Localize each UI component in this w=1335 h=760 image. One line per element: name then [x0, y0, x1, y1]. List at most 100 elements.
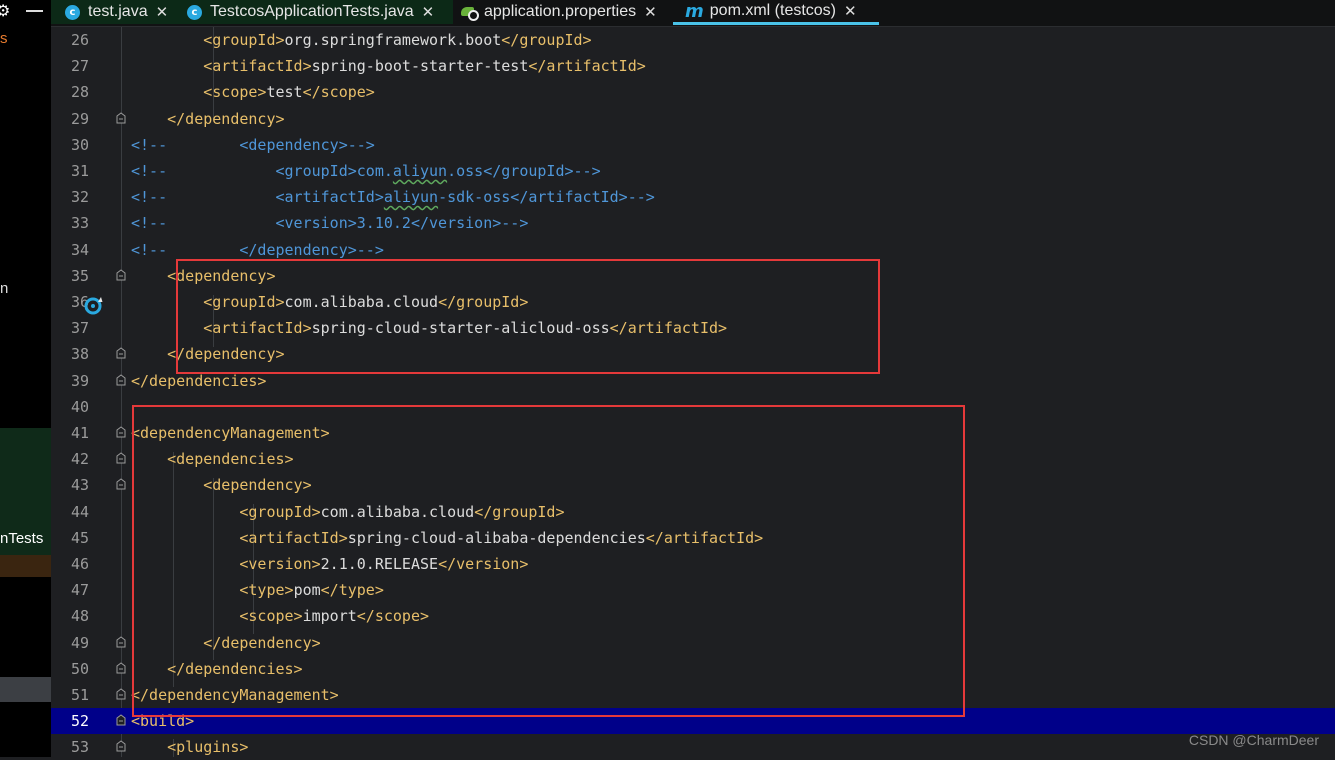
- line-number: 45: [70, 528, 89, 547]
- code-text: <!-- <dependency>-->: [131, 132, 375, 158]
- code-token: </dependencies>: [131, 371, 267, 390]
- line-number: 51: [70, 686, 89, 704]
- code-line[interactable]: 30 <!-- <dependency>-->: [51, 132, 1335, 158]
- close-icon[interactable]: ✕: [644, 3, 657, 21]
- fold-marker-icon[interactable]: [116, 740, 126, 752]
- line-number: 39: [70, 371, 89, 390]
- fold-marker-icon[interactable]: [116, 373, 126, 386]
- line-number: 42: [70, 450, 89, 469]
- code-line[interactable]: 53 <plugins>: [51, 734, 1335, 760]
- code-line[interactable]: 32 <!-- <artifactId>aliyun-sdk-oss</artif…: [51, 184, 1335, 210]
- line-number: 49: [70, 633, 89, 652]
- line-number: 50: [70, 659, 89, 678]
- code-line[interactable]: 26 <groupId>org.springframework.boot</gr…: [51, 27, 1335, 53]
- line-number: 27: [70, 57, 89, 76]
- line-number: 28: [70, 83, 89, 102]
- code-editor[interactable]: 26 <groupId>org.springframework.boot</gr…: [51, 27, 1335, 757]
- code-text: <!-- <artifactId>aliyun-sdk-oss</artifac…: [131, 184, 655, 210]
- tab-test-java[interactable]: c test.java ✕: [51, 0, 188, 24]
- fold-marker-icon[interactable]: [116, 452, 126, 464]
- code-token: spring-boot-starter-test: [311, 57, 529, 76]
- java-class-icon: c: [65, 4, 80, 20]
- code-text: <groupId>org.springframework.boot</group…: [131, 27, 592, 53]
- java-test-class-icon: c: [187, 4, 202, 20]
- project-sidebar: ⚙ s n nTests: [0, 0, 51, 757]
- code-text: <artifactId>spring-boot-starter-test</ar…: [131, 53, 646, 79]
- line-number: 43: [70, 476, 89, 495]
- code-line[interactable]: 28 <scope>test</scope>: [51, 79, 1335, 105]
- code-token: </artifactId>: [528, 57, 646, 76]
- tab-label: TestcosApplicationTests.java: [210, 3, 414, 20]
- line-number: 47: [70, 581, 89, 600]
- fold-marker-icon[interactable]: [116, 688, 126, 700]
- line-number: 38: [70, 345, 89, 364]
- code-text: <scope>test</scope>: [131, 79, 375, 105]
- code-token: org.springframework.boot: [284, 31, 502, 49]
- line-number: 35: [70, 266, 89, 285]
- code-token: </scope>: [302, 83, 375, 102]
- watermark: CSDN @CharmDeer: [1188, 732, 1319, 748]
- code-line[interactable]: 33 <!-- <version>3.10.2</version>-->: [51, 210, 1335, 236]
- code-token: -sdk-oss</artifactId>-->: [438, 188, 655, 207]
- line-number: 52: [70, 712, 89, 731]
- code-token: <!-- <groupId>com.: [131, 162, 393, 180]
- code-line[interactable]: 31 <!-- <groupId>com.aliyun.oss</groupId>…: [51, 158, 1335, 184]
- close-icon[interactable]: ✕: [422, 3, 435, 21]
- line-number: 26: [70, 31, 89, 49]
- fold-marker-icon[interactable]: [116, 426, 126, 438]
- code-token: <!-- <version>3.10.2</version>-->: [131, 214, 529, 233]
- sidebar-fragment-mid: n: [0, 280, 9, 297]
- line-number: 29: [70, 109, 89, 128]
- line-number: 53: [70, 738, 89, 757]
- tab-label: test.java: [88, 3, 148, 20]
- gear-icon[interactable]: ⚙: [0, 0, 12, 22]
- line-number: 40: [70, 397, 89, 416]
- fold-marker-icon[interactable]: [116, 714, 126, 726]
- tab-label: pom.xml (testcos): [709, 2, 837, 19]
- code-token: aliyun: [383, 188, 439, 207]
- fold-marker-icon[interactable]: [116, 662, 126, 674]
- fold-marker-icon[interactable]: [116, 111, 126, 124]
- code-text: <plugins>: [131, 734, 248, 760]
- spring-properties-icon: [461, 5, 479, 21]
- line-number: 32: [70, 188, 89, 207]
- code-token: .oss</groupId>-->: [447, 162, 601, 180]
- code-token: <!-- <artifactId>: [131, 188, 384, 207]
- navigate-to-module-icon[interactable]: [84, 295, 104, 315]
- fold-marker-icon[interactable]: [116, 635, 126, 648]
- line-number: 44: [70, 502, 89, 521]
- fold-marker-icon[interactable]: [116, 347, 126, 359]
- tab-label: application.properties: [484, 3, 637, 20]
- line-number: 46: [70, 555, 89, 573]
- code-token: </groupId>: [501, 31, 592, 49]
- code-text: </dependency>: [131, 106, 284, 132]
- line-number: 31: [70, 162, 89, 180]
- close-icon[interactable]: ✕: [844, 2, 857, 20]
- sidebar-item-tests[interactable]: nTests: [0, 530, 43, 547]
- maven-icon: m: [685, 0, 704, 22]
- code-text: <!-- <groupId>com.aliyun.oss</groupId>--…: [131, 158, 601, 184]
- code-line[interactable]: 29 </dependency>: [51, 106, 1335, 132]
- fold-marker-icon[interactable]: [116, 269, 126, 281]
- line-number: 30: [70, 135, 89, 154]
- fold-marker-icon[interactable]: [116, 478, 126, 490]
- highlight-box-dependency-management: [132, 405, 965, 717]
- tab-testcos-application-tests[interactable]: c TestcosApplicationTests.java ✕: [176, 0, 453, 24]
- line-number: 33: [70, 214, 89, 233]
- tab-application-properties[interactable]: application.properties ✕: [459, 0, 657, 24]
- line-number: 34: [70, 240, 89, 259]
- code-line[interactable]: 27 <artifactId>spring-boot-starter-test<…: [51, 53, 1335, 79]
- minimize-icon[interactable]: [26, 10, 43, 12]
- line-number: 37: [70, 319, 89, 338]
- tab-pom-xml[interactable]: m pom.xml (testcos) ✕: [673, 0, 879, 25]
- code-token: <!-- <dependency>-->: [131, 135, 375, 154]
- code-token: aliyun: [392, 162, 448, 180]
- close-icon[interactable]: ✕: [156, 3, 169, 21]
- code-token: <groupId>: [203, 31, 285, 49]
- code-token: <artifactId>: [203, 57, 312, 76]
